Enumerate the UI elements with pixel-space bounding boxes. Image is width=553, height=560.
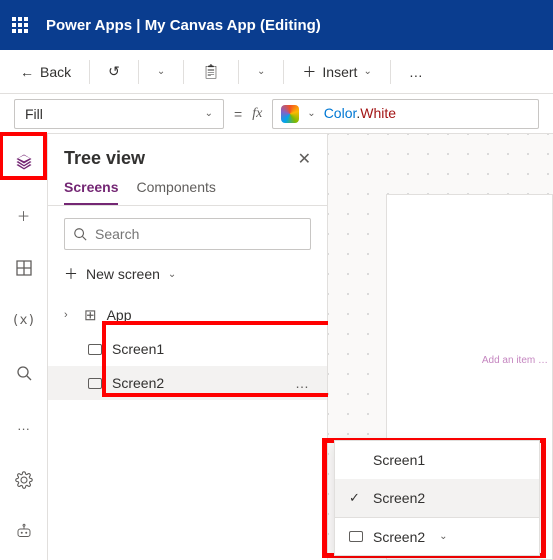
chevron-down-icon: ⌄: [205, 108, 213, 119]
more-icon: …: [17, 418, 30, 433]
tab-components[interactable]: Components: [136, 179, 215, 205]
formula-bar: Fill ⌄ = fx ⌄ Color.White: [0, 94, 553, 134]
tree-item-label: Screen1: [112, 341, 164, 357]
variables-icon: (x): [11, 313, 35, 328]
undo-button[interactable]: ↺: [98, 57, 130, 86]
menu-item-label: Screen1: [373, 452, 425, 468]
check-icon: ✓: [349, 490, 363, 506]
chevron-down-icon: ⌄: [363, 66, 371, 77]
menu-item-screen2-dropdown[interactable]: Screen2 ⌄: [335, 517, 539, 555]
menu-item-label: Screen2: [373, 529, 425, 545]
plus-icon: ＋: [64, 264, 78, 284]
menu-item-screen1[interactable]: Screen1: [335, 441, 539, 479]
item-more-button[interactable]: …: [295, 375, 311, 391]
new-screen-button[interactable]: ＋ New screen ⌄: [48, 258, 327, 290]
screen-picker-menu: Screen1 ✓ Screen2 Screen2 ⌄: [334, 440, 540, 556]
undo-icon: ↺: [108, 63, 120, 80]
variables-rail-button[interactable]: (x): [6, 304, 42, 337]
data-rail-button[interactable]: [6, 251, 42, 284]
command-bar: ← Back ↺ ⌄ 📋︎ ⌄ ＋ Insert ⌄ …: [0, 50, 553, 94]
title-bar: Power Apps | My Canvas App (Editing): [0, 0, 553, 50]
new-screen-label: New screen: [86, 266, 160, 282]
app-launcher-icon[interactable]: [12, 17, 28, 33]
tree-view-rail-button[interactable]: [6, 146, 42, 179]
screen-icon: [349, 531, 363, 542]
tree-view-title: Tree view: [64, 148, 145, 169]
chevron-right-icon: ›: [64, 309, 74, 321]
tree-item-app[interactable]: › ⊞ App: [48, 298, 327, 332]
clipboard-icon: 📋︎: [202, 63, 220, 80]
close-icon[interactable]: ✕: [298, 149, 311, 169]
plus-icon: ＋: [302, 62, 316, 82]
back-arrow-icon: ←: [20, 64, 34, 80]
product-name: Power Apps: [46, 17, 132, 34]
plus-icon: ＋: [17, 206, 30, 225]
tree-search[interactable]: [64, 218, 311, 250]
undo-split-button[interactable]: ⌄: [147, 60, 175, 83]
screen-icon: [88, 378, 102, 389]
overflow-button[interactable]: …: [399, 58, 433, 86]
left-rail: ＋ (x) …: [0, 134, 48, 560]
app-icon: ⊞: [84, 306, 97, 324]
virtual-agent-rail-button[interactable]: [6, 514, 42, 550]
title-separator: |: [132, 17, 145, 34]
formula-input[interactable]: ⌄ Color.White: [272, 99, 539, 129]
canvas-hint: Add an item …: [482, 355, 548, 366]
tree-item-label: App: [107, 307, 132, 323]
tree-item-screen[interactable]: Screen1: [48, 332, 327, 366]
paste-button[interactable]: 📋︎: [192, 57, 230, 86]
insert-rail-button[interactable]: ＋: [6, 199, 42, 232]
tree-view-tabs: Screens Components: [48, 169, 327, 206]
token-value: White: [360, 105, 396, 121]
search-icon: [73, 227, 87, 241]
tree-item-screen[interactable]: Screen2 …: [48, 366, 327, 400]
tree-item-label: Screen2: [112, 375, 164, 391]
grid-icon: [16, 260, 32, 276]
menu-item-label: Screen2: [373, 490, 425, 506]
back-label: Back: [40, 64, 71, 80]
token-type: Color: [324, 105, 357, 121]
bot-icon: [15, 523, 33, 541]
equals-sign: =: [234, 106, 242, 122]
search-input[interactable]: [95, 226, 302, 242]
search-rail-button[interactable]: [6, 357, 42, 390]
back-button[interactable]: ← Back: [10, 58, 81, 86]
settings-rail-button[interactable]: [6, 462, 42, 498]
chevron-down-icon: ⌄: [307, 108, 315, 119]
fx-icon[interactable]: fx: [252, 106, 262, 122]
chevron-down-icon: ⌄: [157, 66, 165, 77]
layers-icon: [15, 153, 33, 171]
copilot-icon[interactable]: [281, 105, 299, 123]
document-name: My Canvas App (Editing): [145, 17, 321, 34]
chevron-down-icon: ⌄: [257, 66, 265, 77]
menu-item-screen2[interactable]: ✓ Screen2: [335, 479, 539, 517]
search-icon: [16, 365, 32, 381]
tree-view-pane: Tree view ✕ Screens Components ＋ New scr…: [48, 134, 328, 560]
more-rail-button[interactable]: …: [6, 409, 42, 442]
chevron-down-icon: ⌄: [439, 531, 447, 542]
property-name: Fill: [25, 106, 43, 122]
screen-icon: [88, 344, 102, 355]
insert-button[interactable]: ＋ Insert ⌄: [292, 56, 381, 88]
chevron-down-icon: ⌄: [168, 269, 176, 280]
more-icon: …: [409, 64, 423, 80]
gear-icon: [15, 471, 33, 489]
property-dropdown[interactable]: Fill ⌄: [14, 99, 224, 129]
tab-screens[interactable]: Screens: [64, 179, 118, 205]
insert-label: Insert: [322, 64, 357, 80]
paste-split-button[interactable]: ⌄: [247, 60, 275, 83]
